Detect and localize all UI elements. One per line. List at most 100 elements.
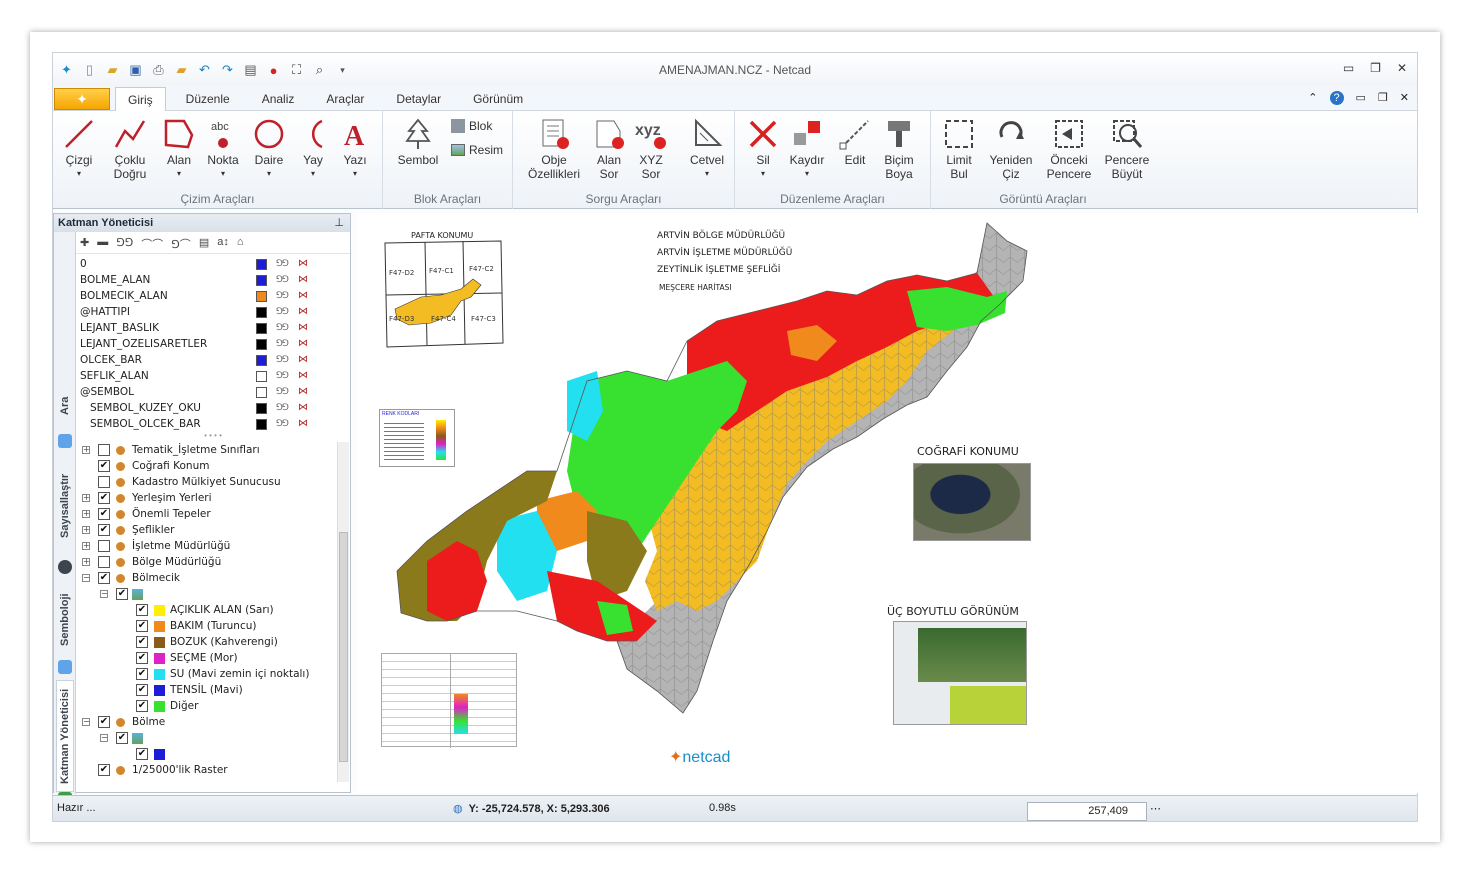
layer-row[interactable]: LEJANT_OZELISARETLER ⅁⅁ ⋈ (78, 336, 348, 352)
layer-color-swatch[interactable] (256, 387, 267, 398)
tree-row[interactable]: ✔ SU (Mavi zemin içi noktalı) (78, 666, 336, 682)
yeniden-ciz-button[interactable]: Yeniden Çiz (985, 115, 1037, 181)
visibility-icon[interactable]: ⅁⅁ (276, 400, 289, 416)
yay-button[interactable]: Yay ▾ (291, 115, 335, 181)
visibility-icon[interactable]: ⅁⅁ (276, 416, 289, 432)
lock-state-icon[interactable]: ⋈ (298, 416, 308, 432)
tree-row[interactable]: − ✔ Bölme (78, 714, 336, 730)
scrollbar-thumb[interactable] (339, 532, 348, 762)
layer-color-swatch[interactable] (256, 323, 267, 334)
lock-state-icon[interactable]: ⋈ (298, 336, 308, 352)
tree-row[interactable]: ✔ 1/25000'lik Raster (78, 762, 336, 778)
side-tab-ara[interactable]: Ara (56, 382, 74, 430)
layer-checkbox[interactable] (98, 476, 110, 488)
legend-checkbox[interactable]: ✔ (136, 684, 148, 696)
scale-input[interactable]: 257,409 (1027, 802, 1147, 821)
visibility-icon[interactable]: ⅁⅁ (276, 368, 289, 384)
doc-restore-icon[interactable]: ❐ (1378, 91, 1388, 105)
lock-state-icon[interactable]: ⋈ (298, 256, 308, 272)
add-layer-icon[interactable]: ✚ (80, 236, 89, 251)
properties-icon[interactable]: ▤ (199, 236, 209, 251)
tree-row[interactable]: + ✔ Yerleşim Yerleri (78, 490, 336, 506)
expand-icon[interactable]: + (82, 510, 90, 518)
map-canvas[interactable]: PAFTA KONUMU F47-D2 F47-C1 F47-C2 F47-D3… (357, 213, 1419, 793)
pin-icon[interactable]: ⊥ (334, 216, 344, 229)
layer-row[interactable]: SEMBOL_OLCEK_BAR ⅁⅁ ⋈ (78, 416, 348, 432)
lock-state-icon[interactable]: ⋈ (298, 304, 308, 320)
tree-row[interactable]: ✔ TENSİL (Mavi) (78, 682, 336, 698)
layer-checkbox[interactable] (98, 444, 110, 456)
collapse-ribbon-icon[interactable]: ⌃ (1308, 91, 1317, 105)
tree-row[interactable]: + Tematik_İşletme Sınıfları (78, 442, 336, 458)
layer-row[interactable]: LEJANT_BASLIK ⅁⅁ ⋈ (78, 320, 348, 336)
tab-araclar[interactable]: Araçlar (314, 87, 376, 111)
visibility-icon[interactable]: ⅁⅁ (276, 272, 289, 288)
hide-all-icon[interactable]: ⌒⌒ (141, 236, 163, 251)
tree-row[interactable]: − ✔ (78, 586, 336, 602)
tree-row[interactable]: ✔ SEÇME (Mor) (78, 650, 336, 666)
tree-row[interactable]: − ✔ Bölmecik (78, 570, 336, 586)
expand-icon[interactable]: + (82, 542, 90, 550)
layer-checkbox[interactable]: ✔ (116, 732, 128, 744)
layer-row[interactable]: BOLMECIK_ALAN ⅁⅁ ⋈ (78, 288, 348, 304)
coklu-dogru-button[interactable]: Çoklu Doğru (105, 115, 155, 181)
expand-icon[interactable]: + (82, 558, 90, 566)
expand-icon[interactable]: + (82, 446, 90, 454)
expand-icon[interactable]: + (82, 494, 90, 502)
layer-row[interactable]: @SEMBOL ⅁⅁ ⋈ (78, 384, 348, 400)
sil-button[interactable]: Sil ▾ (741, 115, 785, 181)
expand-icon[interactable]: + (82, 526, 90, 534)
layer-color-swatch[interactable] (256, 403, 267, 414)
daire-button[interactable]: Daire ▾ (247, 115, 291, 181)
lock-icon[interactable]: ⌂ (237, 236, 244, 251)
kaydir-button[interactable]: Kaydır ▾ (785, 115, 829, 181)
layer-color-swatch[interactable] (256, 371, 267, 382)
lock-state-icon[interactable]: ⋈ (298, 368, 308, 384)
panel-splitter[interactable]: • • • • (78, 432, 348, 440)
expand-icon[interactable]: − (82, 574, 90, 582)
onceki-pencere-button[interactable]: Önceki Pencere (1043, 115, 1095, 181)
tree-row[interactable]: + ✔ Şeflikler (78, 522, 336, 538)
remove-layer-icon[interactable]: ▬ (97, 236, 108, 251)
tab-gorunum[interactable]: Görünüm (461, 87, 535, 111)
expand-icon[interactable]: − (82, 718, 90, 726)
tree-row[interactable]: + İşletme Müdürlüğü (78, 538, 336, 554)
layer-checkbox[interactable] (98, 556, 110, 568)
tab-detaylar[interactable]: Detaylar (384, 87, 453, 111)
tree-row[interactable]: ✔ (78, 746, 336, 762)
layer-row[interactable]: SEMBOL_KUZEY_OKU ⅁⅁ ⋈ (78, 400, 348, 416)
layer-checkbox[interactable]: ✔ (98, 764, 110, 776)
tree-row[interactable]: ✔ BAKIM (Turuncu) (78, 618, 336, 634)
legend-checkbox[interactable]: ✔ (136, 700, 148, 712)
layer-row[interactable]: @HATTIPI ⅁⅁ ⋈ (78, 304, 348, 320)
layer-checkbox[interactable] (98, 540, 110, 552)
tree-row[interactable]: + Bölge Müdürlüğü (78, 554, 336, 570)
side-tab-katman-yoneticisi[interactable]: Katman Yöneticisi (56, 680, 74, 792)
side-tab-sayisallastir[interactable]: Sayısallaştır (56, 456, 74, 556)
obje-ozellikleri-button[interactable]: Obje Özellikleri (525, 115, 583, 181)
pencere-buyut-button[interactable]: Pencere Büyüt (1101, 115, 1153, 181)
bicim-boya-button[interactable]: Biçim Boya (877, 115, 921, 181)
lock-state-icon[interactable]: ⋈ (298, 352, 308, 368)
tree-row[interactable]: ✔ Diğer (78, 698, 336, 714)
layer-color-swatch[interactable] (256, 307, 267, 318)
legend-checkbox[interactable]: ✔ (136, 668, 148, 680)
visibility-icon[interactable]: ⅁⅁ (276, 352, 289, 368)
blok-button[interactable]: Blok (451, 119, 492, 133)
layer-color-swatch[interactable] (256, 419, 267, 430)
tree-row[interactable]: + ✔ Önemli Tepeler (78, 506, 336, 522)
sort-icon[interactable]: a↕ (217, 236, 229, 251)
layer-row[interactable]: OLCEK_BAR ⅁⅁ ⋈ (78, 352, 348, 368)
layer-checkbox[interactable]: ✔ (98, 460, 110, 472)
layer-row[interactable]: 0 ⅁⅁ ⋈ (78, 256, 348, 272)
lock-state-icon[interactable]: ⋈ (298, 400, 308, 416)
resim-button[interactable]: Resim (451, 143, 503, 157)
tab-duzenle[interactable]: Düzenle (174, 87, 242, 111)
tree-row[interactable]: ✔ AÇIKLIK ALAN (Sarı) (78, 602, 336, 618)
tab-giris[interactable]: Giriş (115, 87, 166, 111)
tree-row[interactable]: Kadastro Mülkiyet Sunucusu (78, 474, 336, 490)
layer-checkbox[interactable]: ✔ (98, 492, 110, 504)
doc-minimize-icon[interactable]: ▭ (1356, 91, 1366, 105)
layer-checkbox[interactable]: ✔ (98, 508, 110, 520)
layer-checkbox[interactable]: ✔ (98, 716, 110, 728)
